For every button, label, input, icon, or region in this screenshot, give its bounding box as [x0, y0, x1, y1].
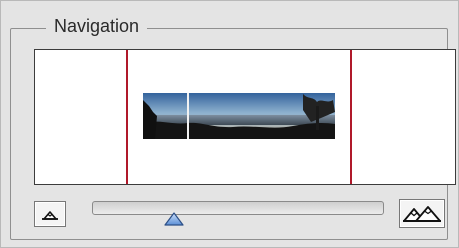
zoom-slider-track[interactable]: [92, 201, 384, 215]
view-box-left-edge[interactable]: [126, 50, 128, 184]
view-box-right-edge[interactable]: [350, 50, 352, 184]
zoom-slider-thumb[interactable]: [164, 212, 184, 226]
panorama-thumbnail: [143, 92, 335, 139]
zoom-out-button[interactable]: [34, 201, 66, 227]
zoom-in-button[interactable]: [399, 199, 445, 228]
panel-title: Navigation: [46, 14, 148, 38]
navigator-preview[interactable]: [34, 49, 456, 185]
